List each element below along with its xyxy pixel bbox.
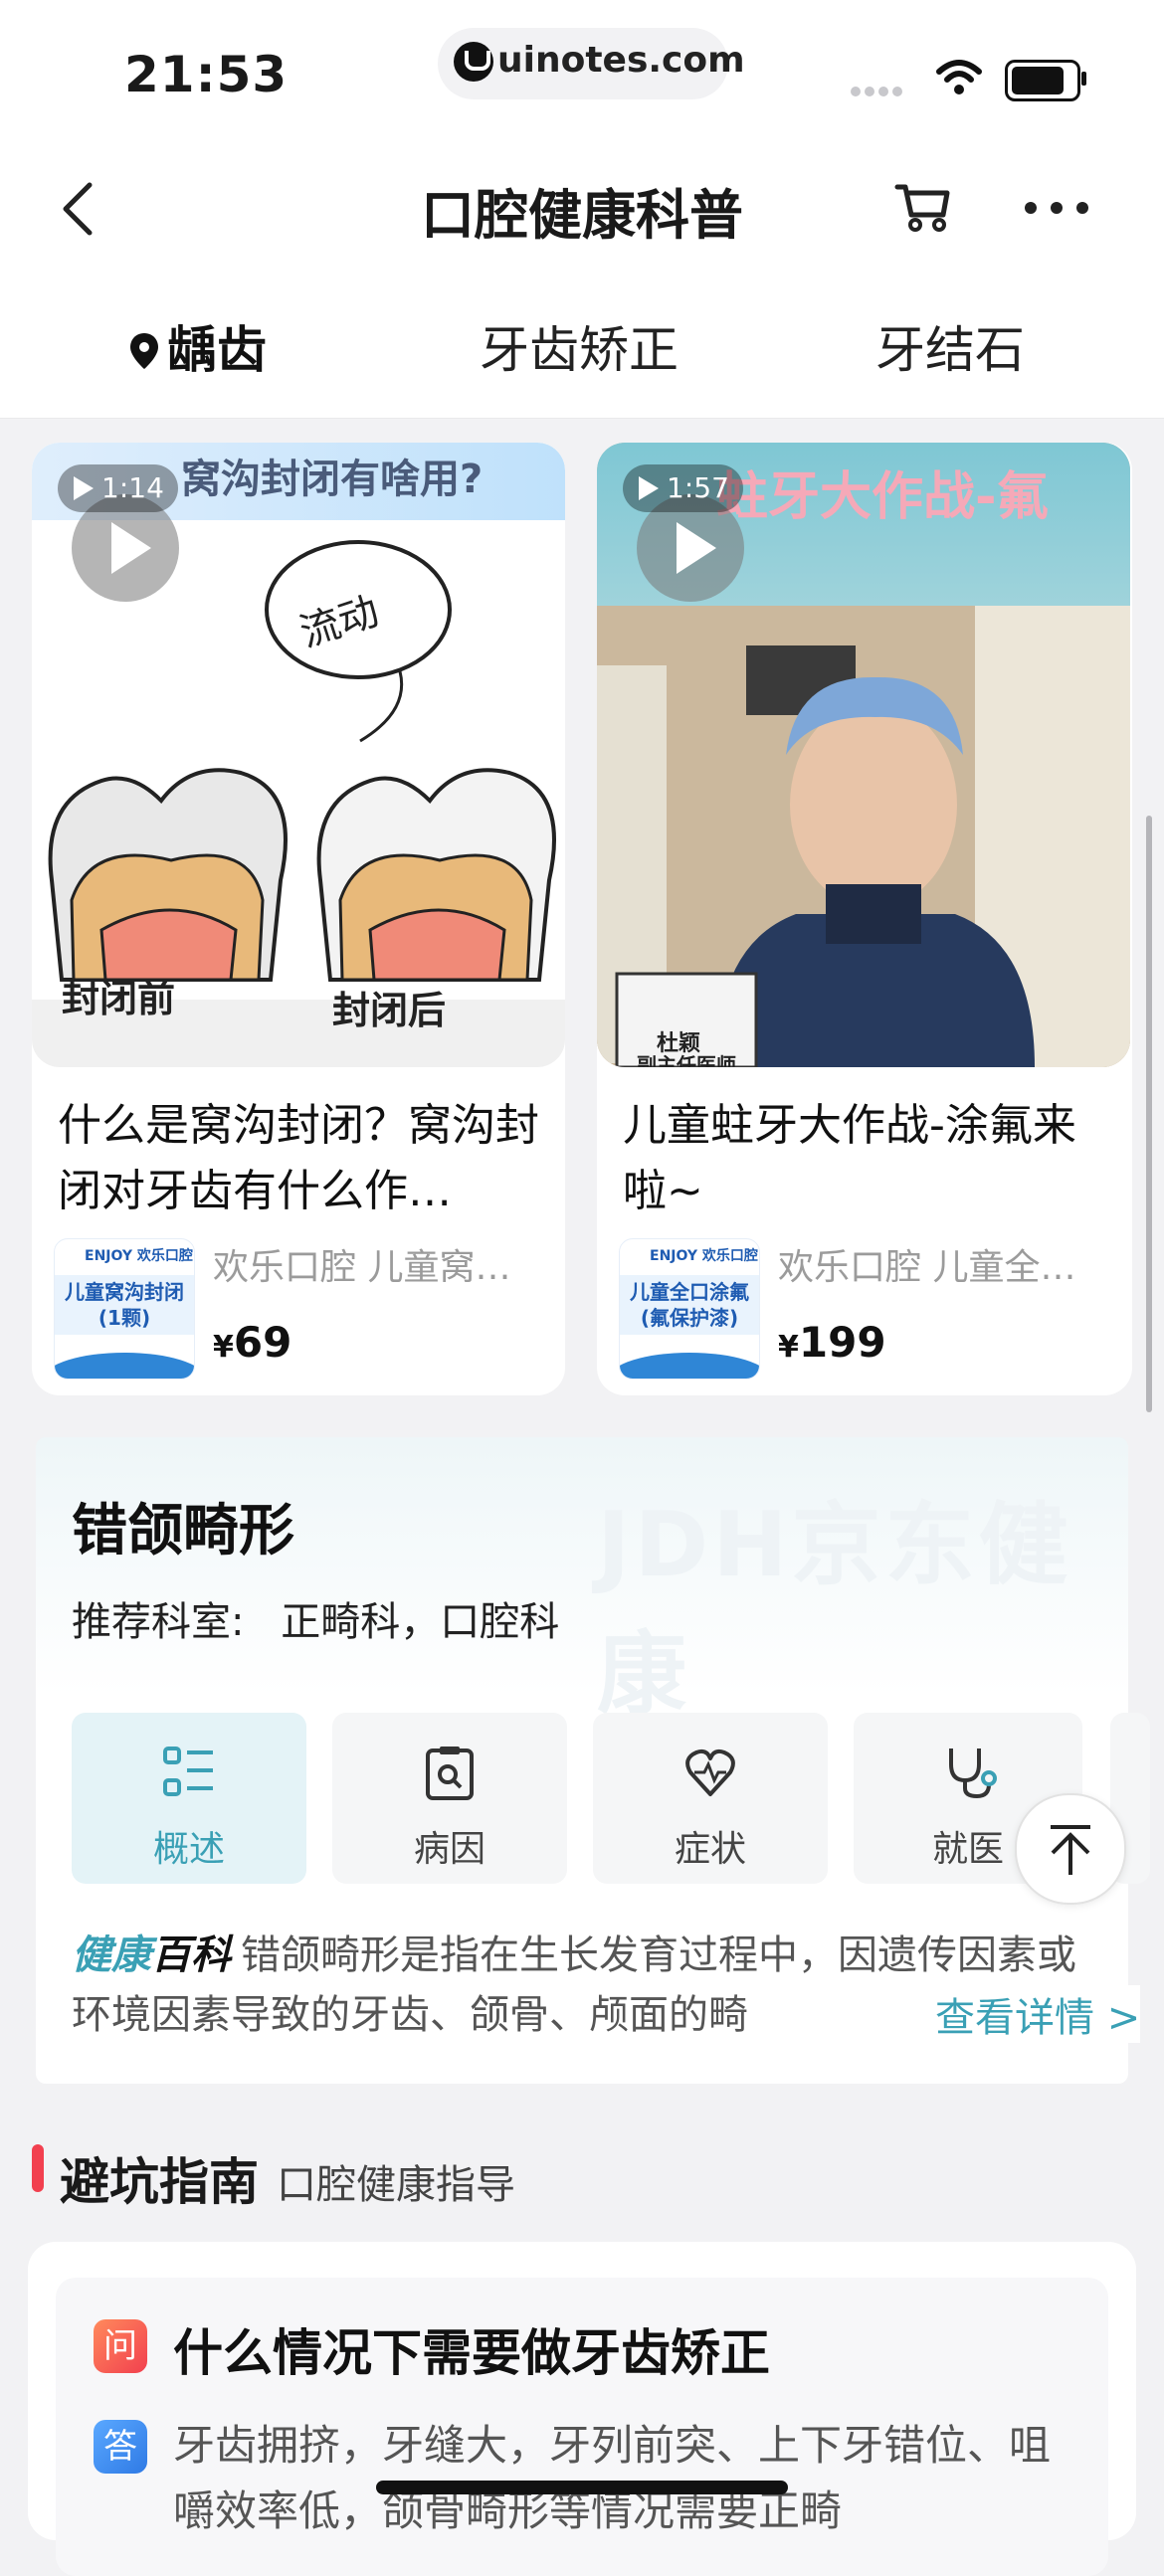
section-accent-bar	[32, 2144, 44, 2192]
disease-title: 错颌畸形	[72, 1499, 294, 1564]
url-text[interactable]: uinotes.com	[497, 40, 745, 81]
recommended-dept: 推荐科室: 正畸科，口腔科	[72, 1589, 559, 1647]
brand-part-a: 健康	[72, 1932, 151, 1978]
thumb-banner-text-2: 蛀牙大作战-氟	[716, 467, 1049, 527]
product-image-text-2: 儿童全口涂氟(氟保护漆)	[630, 1280, 749, 1330]
shop-name-2[interactable]: 欢乐口腔 儿童全…	[778, 1238, 1096, 1290]
product-logo-1: ENJOY 欢乐口腔	[85, 1248, 193, 1264]
thumb-label-before: 封闭前	[62, 977, 176, 1020]
price-1[interactable]: ¥69	[213, 1318, 291, 1367]
scrollbar[interactable]	[1146, 816, 1152, 1412]
video-thumbnail-2[interactable]: 蛀牙大作战-氟 杜颖 副主任医师 1:57	[597, 443, 1130, 1067]
answer-text: 牙齿拥挤，牙缝大，牙列前突、上下牙错位、咀嚼效率低，颌骨畸形等情况需要正畸	[173, 2421, 1052, 2535]
guide-title: 避坑指南	[60, 2153, 259, 2211]
product-image-2[interactable]: ENJOY 欢乐口腔 儿童全口涂氟(氟保护漆)	[619, 1238, 760, 1380]
video-thumbnail-1[interactable]: 窝沟封闭有啥用? 流动 封闭前 封闭后 1:14	[32, 443, 565, 1067]
jdh-watermark: JDH京东健康	[597, 1493, 1072, 1727]
tab-cause-label: 病因	[413, 1829, 485, 1870]
price-value-2: 199	[798, 1318, 886, 1367]
guide-subtitle: 口腔健康指导	[277, 2162, 515, 2208]
product-image-1[interactable]: ENJOY 欢乐口腔 儿童窝沟封闭(1颗)	[54, 1238, 195, 1380]
home-indicator[interactable]	[376, 2481, 788, 2494]
battery-tip	[1081, 72, 1086, 86]
health-encyclopedia-logo: 健康百科	[72, 1932, 231, 1978]
dept-label: 推荐科室:	[72, 1599, 245, 1645]
back-to-top-button[interactable]	[1015, 1793, 1126, 1905]
arrow-up-icon	[1051, 1825, 1090, 1875]
more-menu-icon[interactable]	[1025, 199, 1102, 218]
tab-symptom[interactable]: 症状	[593, 1713, 828, 1884]
location-pin-icon	[130, 333, 158, 369]
question-icon: 问	[94, 2319, 147, 2373]
battery-icon	[1005, 60, 1080, 101]
brand-part-b: 百科	[151, 1932, 231, 1978]
video-title-1[interactable]: 什么是窝沟封闭？窝沟封闭对牙齿有什么作…	[58, 1093, 545, 1224]
price-2[interactable]: ¥199	[778, 1318, 886, 1367]
video-title-2[interactable]: 儿童蛀牙大作战-涂氟来啦~	[623, 1093, 1110, 1224]
price-symbol-1: ¥	[213, 1330, 234, 1365]
tab-symptom-label: 症状	[674, 1829, 746, 1870]
product-logo-2: ENJOY 欢乐口腔	[650, 1248, 758, 1264]
doctor-photo	[597, 606, 1130, 1067]
tab-overview[interactable]: 概述	[72, 1713, 306, 1884]
wifi-icon	[936, 60, 982, 94]
video-card-1[interactable]: 窝沟封闭有啥用? 流动 封闭前 封闭后 1:14 什么是窝沟封闭？窝沟封闭对牙齿…	[32, 443, 565, 1395]
tab-caries-label: 龋齿	[167, 321, 267, 379]
name-plate-line-2: 副主任医师	[637, 1053, 736, 1067]
question-text[interactable]: 什么情况下需要做牙齿矫正	[173, 2313, 770, 2385]
signal-icon	[851, 82, 906, 100]
tab-caries[interactable]: 龋齿	[127, 310, 267, 382]
page-title: 口腔健康科普	[421, 184, 743, 247]
list-icon	[163, 1747, 213, 1796]
cart-icon[interactable]	[893, 175, 953, 235]
thumb-banner-text-1: 窝沟封闭有啥用?	[181, 457, 484, 502]
status-time: 21:53	[124, 46, 289, 103]
answer-icon: 答	[94, 2420, 147, 2474]
video-duration-1: 1:14	[58, 464, 178, 512]
heart-pulse-icon	[685, 1748, 735, 1796]
tab-orthodontics[interactable]: 牙齿矫正	[480, 310, 679, 382]
video-duration-2: 1:57	[623, 464, 743, 512]
video-card-2[interactable]: 蛀牙大作战-氟 杜颖 副主任医师 1:57 儿童蛀牙大作战-涂氟来啦~ ENJO…	[597, 443, 1132, 1395]
url-site-icon	[454, 42, 493, 82]
clipboard-search-icon	[426, 1747, 474, 1800]
tab-cause[interactable]: 病因	[332, 1713, 567, 1884]
tab-overview-label: 概述	[152, 1829, 225, 1870]
stethoscope-icon	[949, 1748, 997, 1799]
dept-value: 正畸科，口腔科	[281, 1599, 560, 1645]
price-value-1: 69	[233, 1318, 292, 1367]
product-image-text-1: 儿童窝沟封闭(1颗)	[65, 1280, 184, 1330]
price-symbol-2: ¥	[778, 1330, 799, 1365]
shop-name-1[interactable]: 欢乐口腔 儿童窝…	[213, 1238, 531, 1290]
view-details-link[interactable]: 查看详情 >	[885, 1985, 1141, 2043]
tab-tartar[interactable]: 牙结石	[875, 310, 1025, 382]
thumb-label-after: 封闭后	[332, 989, 447, 1032]
